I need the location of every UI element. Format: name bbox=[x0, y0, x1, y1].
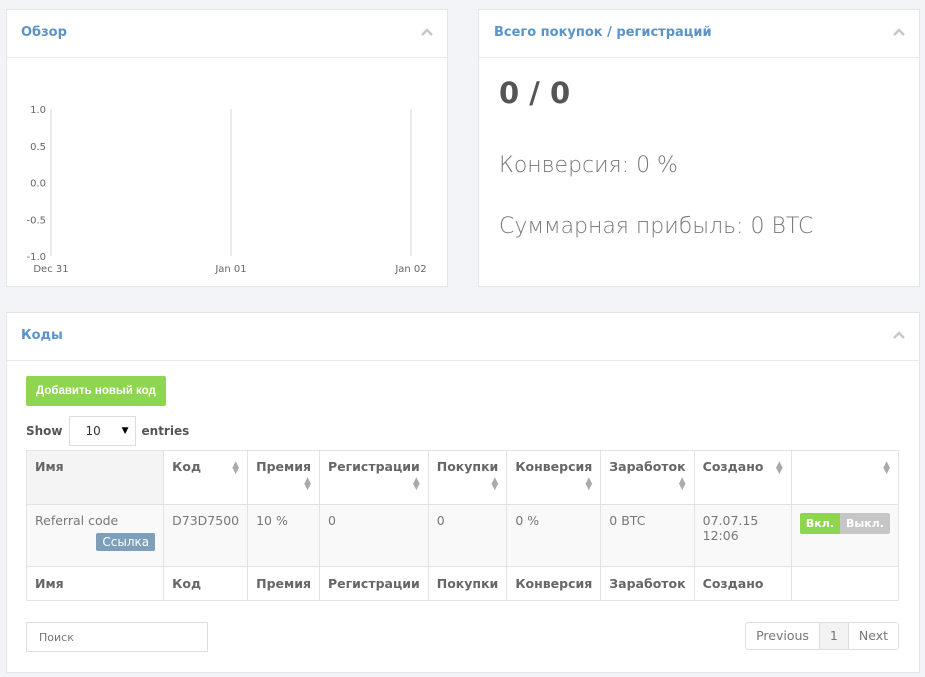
sort-icon: ▲ ▼ bbox=[775, 460, 783, 476]
col-earnings[interactable]: Заработок ▲ ▼ bbox=[600, 450, 695, 505]
cell-conversion: 0 % bbox=[506, 504, 602, 567]
add-code-button[interactable]: Добавить новый код bbox=[26, 376, 166, 406]
show-label: Show bbox=[26, 424, 63, 438]
entries-length: Show 10 ▼ entries bbox=[26, 416, 189, 446]
y-tick-label: -0.5 bbox=[26, 215, 46, 226]
entries-label: entries bbox=[141, 424, 190, 438]
col-registrations[interactable]: Регистрации ▲ ▼ bbox=[319, 450, 429, 505]
sort-icon: ▲ ▼ bbox=[678, 476, 686, 492]
col-conversion[interactable]: Конверсия ▲ ▼ bbox=[506, 450, 602, 505]
sort-icon: ▲ ▼ bbox=[585, 476, 593, 492]
cell-name: Referral code Ссылка bbox=[25, 504, 165, 567]
y-tick-label: 1.0 bbox=[30, 105, 46, 116]
sort-icon: ▲ ▼ bbox=[491, 476, 499, 492]
overview-chart: Dec 31 Jan 01 Jan 02 1.0 0.5 0.0 -0.5 -1.0 bbox=[26, 105, 426, 275]
table-footer-row: Имя Код Премия Регистрации Покупки Конве… bbox=[25, 566, 900, 601]
totals-title: Всего покупок / регистраций bbox=[494, 25, 712, 40]
cell-earnings: 0 BTC bbox=[600, 504, 695, 567]
col-name[interactable]: Имя bbox=[25, 450, 165, 505]
foot-conversion: Конверсия bbox=[506, 566, 602, 601]
codes-title: Коды bbox=[21, 328, 63, 343]
totals-value: 0 / 0 bbox=[499, 76, 571, 110]
foot-actions bbox=[790, 566, 900, 601]
chevron-up-icon[interactable] bbox=[893, 331, 905, 343]
foot-purchases: Покупки bbox=[427, 566, 508, 601]
y-tick-label: 0.5 bbox=[30, 142, 46, 153]
sort-icon: ▲ ▼ bbox=[232, 460, 240, 476]
profit-stat: Суммарная прибыль: 0 BTC bbox=[499, 214, 814, 239]
overview-title: Обзор bbox=[21, 25, 67, 40]
foot-name: Имя bbox=[25, 566, 165, 601]
col-code[interactable]: Код ▲ ▼ bbox=[163, 450, 249, 505]
cell-created: 07.07.15 12:06 bbox=[693, 504, 792, 567]
next-button[interactable]: Next bbox=[847, 623, 898, 649]
table-row: Referral code Ссылка D73D7500 10 % 0 0 0 … bbox=[25, 504, 900, 567]
cell-registrations: 0 bbox=[319, 504, 429, 567]
chevron-up-icon[interactable] bbox=[893, 28, 905, 40]
x-tick-label: Dec 31 bbox=[33, 264, 68, 275]
x-tick-label: Jan 02 bbox=[394, 264, 426, 275]
foot-code: Код bbox=[163, 566, 249, 601]
sort-icon: ▲ ▼ bbox=[304, 476, 311, 492]
search-input[interactable] bbox=[26, 622, 208, 652]
cell-bonus: 10 % bbox=[247, 504, 320, 567]
col-purchases[interactable]: Покупки ▲ ▼ bbox=[427, 450, 508, 505]
chevron-up-icon[interactable] bbox=[421, 28, 433, 40]
conversion-stat: Конверсия: 0 % bbox=[499, 153, 678, 178]
link-button[interactable]: Ссылка bbox=[96, 533, 156, 551]
page-1-button[interactable]: 1 bbox=[818, 623, 848, 649]
cell-purchases: 0 bbox=[427, 504, 508, 567]
foot-created: Создано bbox=[693, 566, 792, 601]
cell-code: D73D7500 bbox=[163, 504, 249, 567]
previous-button[interactable]: Previous bbox=[746, 623, 819, 649]
table-header-row: Имя Код ▲ ▼ Премия ▲ ▼ Регистрации ▲ ▼ Покупки… bbox=[25, 450, 900, 505]
foot-earnings: Заработок bbox=[600, 566, 695, 601]
entries-value: 10 bbox=[85, 424, 101, 438]
pagination: Previous 1 Next bbox=[745, 622, 899, 650]
status-toggle[interactable]: Вкл. Выкл. bbox=[799, 513, 890, 534]
cell-toggle: Вкл. Выкл. bbox=[790, 504, 900, 567]
toggle-on[interactable]: Вкл. bbox=[799, 513, 840, 534]
caret-down-icon: ▼ bbox=[121, 426, 129, 436]
toggle-off[interactable]: Выкл. bbox=[839, 513, 890, 534]
col-actions[interactable]: ▲ ▼ bbox=[790, 450, 900, 505]
col-created[interactable]: Создано ▲ ▼ bbox=[693, 450, 792, 505]
totals-panel: Всего покупок / регистраций 0 / 0 Конвер… bbox=[478, 9, 920, 287]
x-tick-label: Jan 01 bbox=[214, 264, 246, 275]
foot-registrations: Регистрации bbox=[319, 566, 429, 601]
codes-table: Имя Код ▲ ▼ Премия ▲ ▼ Регистрации ▲ ▼ Покупки… bbox=[25, 450, 900, 601]
overview-panel: Обзор Dec 31 Jan 01 Jan 02 1.0 0.5 0.0 -0.5 -1.… bbox=[6, 9, 448, 287]
y-tick-label: -1.0 bbox=[26, 252, 46, 263]
foot-bonus: Премия bbox=[247, 566, 320, 601]
sort-icon: ▲ ▼ bbox=[883, 460, 890, 476]
entries-select[interactable]: 10 ▼ bbox=[68, 416, 136, 446]
y-tick-label: 0.0 bbox=[30, 179, 46, 190]
sort-icon: ▲ ▼ bbox=[412, 476, 420, 492]
col-bonus[interactable]: Премия ▲ ▼ bbox=[247, 450, 320, 505]
